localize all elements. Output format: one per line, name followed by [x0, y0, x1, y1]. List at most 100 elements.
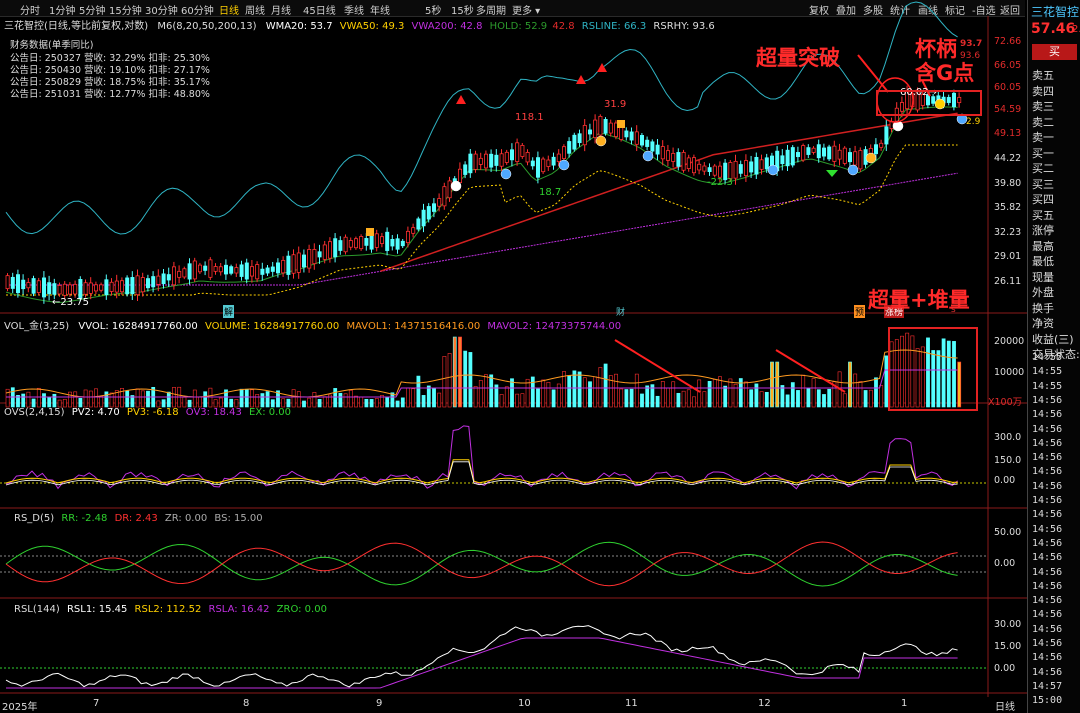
sell-signal-triangle	[576, 75, 586, 84]
ovs-tick: 300.0	[994, 432, 1022, 443]
candle	[431, 203, 436, 212]
quote-row: 卖一	[1032, 131, 1054, 144]
tick-time: 14:56	[1032, 638, 1063, 649]
candle	[489, 153, 494, 168]
volume-bar	[723, 385, 728, 408]
volume-bar	[458, 336, 462, 408]
quote-row: 最高	[1032, 239, 1054, 253]
price-tick: 72.66	[994, 36, 1022, 47]
candle	[286, 255, 291, 275]
tick-time: 14:56	[1032, 466, 1063, 478]
volume-bar	[265, 391, 270, 408]
candle	[468, 153, 473, 174]
candle	[785, 149, 790, 167]
volume-bar	[692, 396, 696, 408]
volume-bar	[718, 376, 722, 408]
tick-time: 14:56	[1032, 552, 1063, 564]
volume-bar	[811, 378, 816, 408]
volume-bar	[281, 398, 286, 408]
tick-time: 14:55	[1032, 380, 1063, 392]
candle	[73, 283, 78, 295]
hold2-value: 42.8	[552, 21, 575, 32]
rsline-line	[5, 1, 958, 235]
dr-line	[5, 541, 958, 587]
candle	[68, 284, 73, 295]
candle	[301, 254, 306, 268]
volume-bar	[775, 361, 780, 408]
buy-button[interactable]: 买	[1032, 44, 1077, 60]
candle	[161, 273, 166, 285]
forecast-marker[interactable]: 预	[854, 305, 866, 318]
tick-time: 14:55	[1032, 352, 1063, 363]
candle	[676, 152, 681, 167]
candle	[733, 160, 738, 179]
candle	[666, 150, 671, 161]
volume-bar	[68, 391, 72, 408]
volume-bar	[270, 399, 275, 408]
volume-bar	[593, 376, 598, 408]
quote-row: 卖三	[1032, 100, 1054, 113]
volume-bar	[447, 353, 452, 408]
candle	[390, 238, 395, 247]
volume-bar	[853, 373, 858, 408]
quote-row: 涨停	[1032, 224, 1054, 237]
x-axis-label: 8	[243, 698, 250, 709]
rsl-legend: RSL(144) RSL1: 15.45 RSL2: 112.52 RSLA: …	[14, 604, 327, 615]
volume-bar	[744, 381, 748, 408]
annotation-arrow	[857, 54, 889, 93]
volume-bar	[161, 399, 166, 408]
volume-bar	[218, 397, 223, 408]
volume-bar	[806, 388, 811, 408]
candle	[192, 260, 197, 280]
volume-bar	[125, 390, 130, 408]
candle	[265, 267, 270, 274]
rsline-value: RSLINE: 66.3	[581, 21, 647, 32]
candle	[483, 153, 488, 169]
tick-time: 14:56	[1032, 595, 1063, 607]
volume-bar	[364, 398, 369, 408]
volume-bar	[686, 389, 691, 408]
low-price-label: ←23.75	[52, 297, 90, 308]
candle	[379, 236, 384, 244]
candle	[421, 209, 426, 227]
candle	[692, 157, 697, 174]
candle	[364, 238, 369, 246]
quote-row: 换手	[1032, 301, 1054, 315]
ovs-tick: 150.0	[994, 455, 1022, 466]
candle	[197, 264, 202, 273]
candle	[608, 122, 613, 134]
ovs-legend: OVS(2,4,15) PV2: 4.70 PV3: -6.18 OV3: 18…	[4, 407, 292, 418]
candle	[749, 161, 754, 173]
volume-legend: VOL_金(3,25) VVOL: 16284917760.00 VOLUME:…	[4, 321, 622, 332]
candle	[702, 165, 707, 172]
candle	[177, 270, 182, 278]
price-tick: 29.01	[994, 251, 1022, 262]
candle	[707, 167, 712, 173]
candle	[494, 154, 499, 166]
volume-bar	[83, 389, 88, 408]
volume-bar	[400, 397, 405, 408]
candle	[15, 274, 20, 294]
price-change: 2.	[1072, 24, 1080, 35]
candle	[145, 278, 150, 289]
candle	[5, 275, 10, 290]
candle	[759, 159, 764, 170]
volume-bar	[36, 387, 41, 408]
volume-bar	[322, 396, 327, 408]
tick-time: 14:57	[1032, 680, 1063, 692]
quote-row: 买二	[1032, 162, 1054, 175]
price-label: 93.7	[960, 39, 983, 49]
volume-bar	[62, 398, 67, 408]
price-label: 18.7	[539, 187, 562, 198]
volume-bar	[244, 389, 249, 408]
volume-bar	[452, 336, 457, 408]
volume-bar	[541, 379, 546, 408]
tick-time: 14:56	[1032, 523, 1063, 535]
vwa200-value: VWA200: 42.8	[411, 21, 483, 32]
volume-bar	[104, 391, 109, 408]
candle	[744, 160, 749, 177]
tick-time: 14:56	[1032, 423, 1063, 435]
period-label[interactable]: 日线	[995, 698, 1015, 713]
candle	[546, 159, 551, 167]
tick-time: 14:55	[1032, 366, 1063, 378]
